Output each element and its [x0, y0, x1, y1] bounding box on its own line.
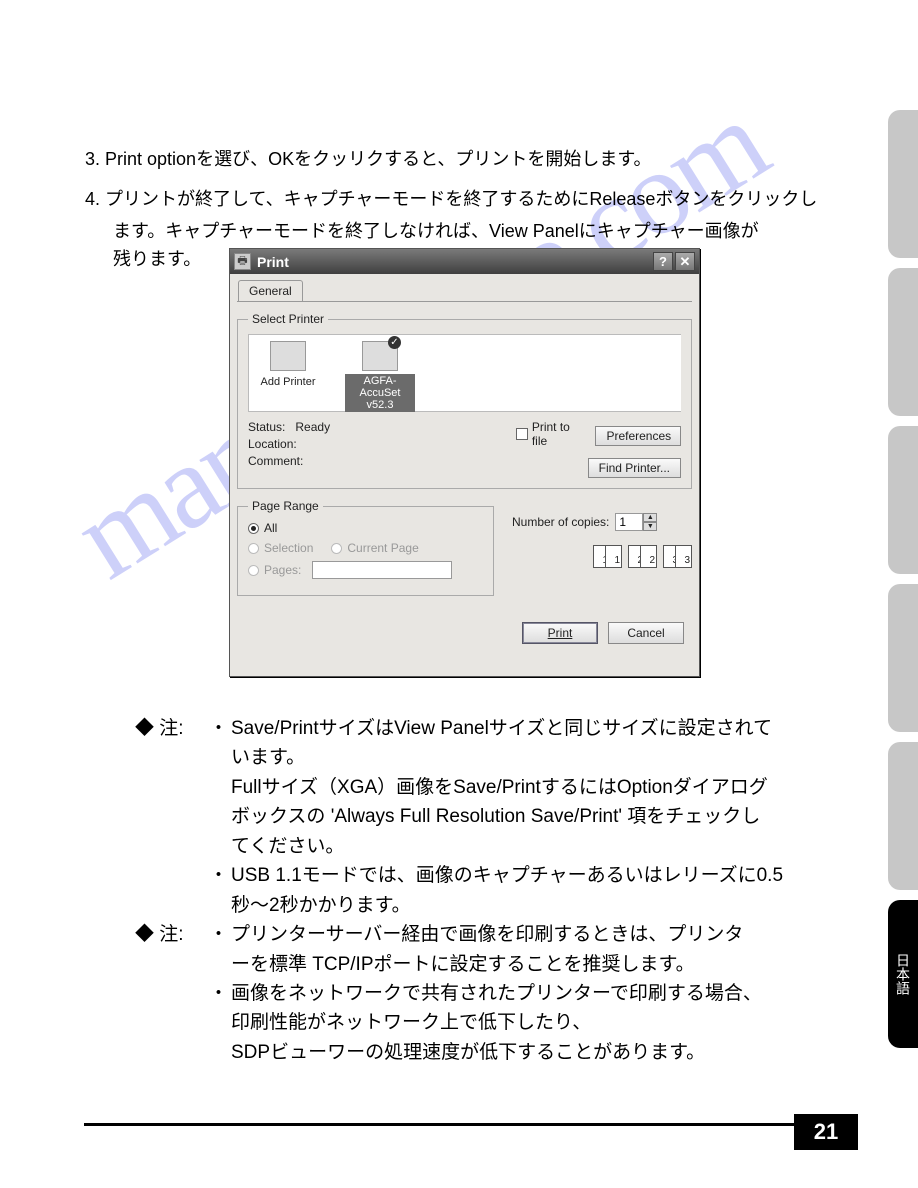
bullet-icon: ・ [209, 714, 231, 743]
note-4-line1: 画像をネットワークで共有されたプリンターで印刷する場合、 [231, 979, 835, 1008]
comment-label: Comment: [248, 454, 516, 468]
note-1-line3: Fullサイズ（XGA）画像をSave/PrintするにはOptionダイアログ [231, 773, 835, 802]
page-range-legend: Page Range [248, 499, 323, 513]
note-1-line1: Save/PrintサイズはView Panelサイズと同じサイズに設定されて [231, 714, 835, 743]
radio-dot-icon [331, 543, 342, 554]
tabstrip: General [230, 274, 699, 301]
printer-item-selected[interactable]: AGFA-AccuSetv52.3 [345, 341, 415, 405]
bullet-icon: ・ [209, 920, 231, 949]
page-number: 21 [794, 1114, 858, 1150]
bullet-icon: ・ [209, 861, 231, 890]
side-tab-2 [888, 268, 918, 416]
radio-all[interactable]: All [248, 521, 483, 535]
copies-label: Number of copies: [512, 515, 609, 529]
note-2-line2: 秒〜2秒かかります。 [231, 891, 835, 920]
find-printer-button[interactable]: Find Printer... [588, 458, 681, 478]
print-to-file-label: Print to file [532, 420, 588, 448]
preferences-button[interactable]: Preferences [595, 426, 681, 446]
radio-dot-icon [248, 565, 259, 576]
side-tab-label: 日本語 [893, 953, 913, 995]
side-tab-active: 日本語 [888, 900, 918, 1048]
note-1-line4: ボックスの 'Always Full Resolution Save/Print… [231, 802, 835, 831]
add-printer-icon [270, 341, 306, 371]
right-col: Print to file Preferences Find Printer..… [516, 420, 681, 478]
help-button[interactable]: ? [653, 252, 673, 271]
radio-pages[interactable]: Pages: [248, 561, 483, 579]
checkbox-icon [516, 428, 528, 440]
radio-all-label: All [264, 521, 277, 535]
note-3-line2: ーを標準 TCP/IPポートに設定することを推奨します。 [231, 950, 835, 979]
collate-preview: 11 22 33 [512, 545, 692, 568]
step-4-line1: 4. プリントが終了して、キャプチャーモードを終了するためにReleaseボタン… [85, 186, 845, 214]
arrow-down-icon[interactable]: ▼ [643, 522, 657, 531]
add-printer-item[interactable]: Add Printer [253, 341, 323, 405]
tab-general[interactable]: General [238, 280, 303, 301]
status-row: Status: Ready Location: Comment: Print t… [248, 420, 681, 478]
step-4-line2: ます。キャプチャーモードを終了しなければ、View Panelにキャプチャー画像… [113, 218, 845, 246]
status-value: Ready [295, 420, 330, 434]
bullet-icon: ・ [209, 979, 231, 1008]
select-printer-group: Select Printer Add Printer AGFA-AccuSetv… [237, 312, 692, 489]
print-to-file-checkbox[interactable]: Print to file [516, 420, 587, 448]
side-tab-4 [888, 584, 918, 732]
status-label: Status: [248, 420, 285, 434]
copies-row: Number of copies: ▲▼ [512, 513, 692, 531]
side-tab-1 [888, 110, 918, 258]
note-label-2: ◆ 注: [135, 920, 209, 949]
footer-rule [84, 1123, 809, 1126]
collate-stack-3: 33 [663, 545, 692, 568]
page-range-group: Page Range All Selection Current Page Pa… [237, 499, 494, 596]
note-4-line2: 印刷性能がネットワーク上で低下したり、 [231, 1008, 835, 1037]
radio-dot-icon [248, 543, 259, 554]
note-label: ◆ 注: [135, 714, 209, 743]
side-tabs: 日本語 [888, 110, 918, 1058]
print-button[interactable]: Print [522, 622, 598, 644]
radio-selection[interactable]: Selection [248, 541, 313, 555]
note-1-line2: います。 [231, 743, 835, 772]
printer-selected-name: AGFA-AccuSetv52.3 [345, 374, 415, 412]
location-label: Location: [248, 437, 516, 451]
note-3-line1: プリンターサーバー経由で画像を印刷するときは、プリンタ [231, 920, 835, 949]
close-button[interactable]: ✕ [675, 252, 695, 271]
add-printer-label: Add Printer [260, 376, 315, 388]
copies-spinner[interactable]: ▲▼ [615, 513, 657, 531]
arrow-up-icon[interactable]: ▲ [643, 513, 657, 522]
printer-list[interactable]: Add Printer AGFA-AccuSetv52.3 [248, 334, 681, 412]
dialog-title: Print [257, 254, 651, 270]
collate-stack-1: 11 [593, 545, 622, 568]
printer-icon-selected [362, 341, 398, 371]
notes-section: ◆ 注: ・ Save/PrintサイズはView Panelサイズと同じサイズ… [135, 714, 835, 1067]
dialog-buttons: Print Cancel [522, 622, 684, 644]
radio-current-page[interactable]: Current Page [331, 541, 418, 555]
note-1-line5: てください。 [231, 832, 835, 861]
printer-icon: 🖶 [234, 253, 251, 270]
spinner-arrows[interactable]: ▲▼ [643, 513, 657, 531]
side-tab-5 [888, 742, 918, 890]
dialog-body: Select Printer Add Printer AGFA-AccuSetv… [237, 301, 692, 651]
copies-input[interactable] [615, 513, 643, 531]
print-dialog: 🖶 Print ? ✕ General Select Printer Add P… [229, 248, 700, 677]
collate-stack-2: 22 [628, 545, 657, 568]
radio-dot-icon [248, 523, 259, 534]
cancel-button[interactable]: Cancel [608, 622, 684, 644]
note-4-line3: SDPビューワーの処理速度が低下することがあります。 [231, 1038, 835, 1067]
side-tab-3 [888, 426, 918, 574]
copies-section: Number of copies: ▲▼ 11 22 33 [512, 499, 692, 606]
step-3: 3. Print optionを選び、OKをクッリクすると、プリントを開始します… [85, 146, 845, 174]
radio-selection-label: Selection [264, 541, 313, 555]
pages-input[interactable] [312, 561, 452, 579]
radio-current-label: Current Page [347, 541, 418, 555]
radio-pages-label: Pages: [264, 563, 301, 577]
note-2-line1: USB 1.1モードでは、画像のキャプチャーあるいはレリーズに0.5 [231, 861, 835, 890]
titlebar: 🖶 Print ? ✕ [230, 249, 699, 274]
status-col: Status: Ready Location: Comment: [248, 420, 516, 478]
select-printer-legend: Select Printer [248, 312, 328, 326]
page-range-section: Page Range All Selection Current Page Pa… [237, 499, 692, 606]
